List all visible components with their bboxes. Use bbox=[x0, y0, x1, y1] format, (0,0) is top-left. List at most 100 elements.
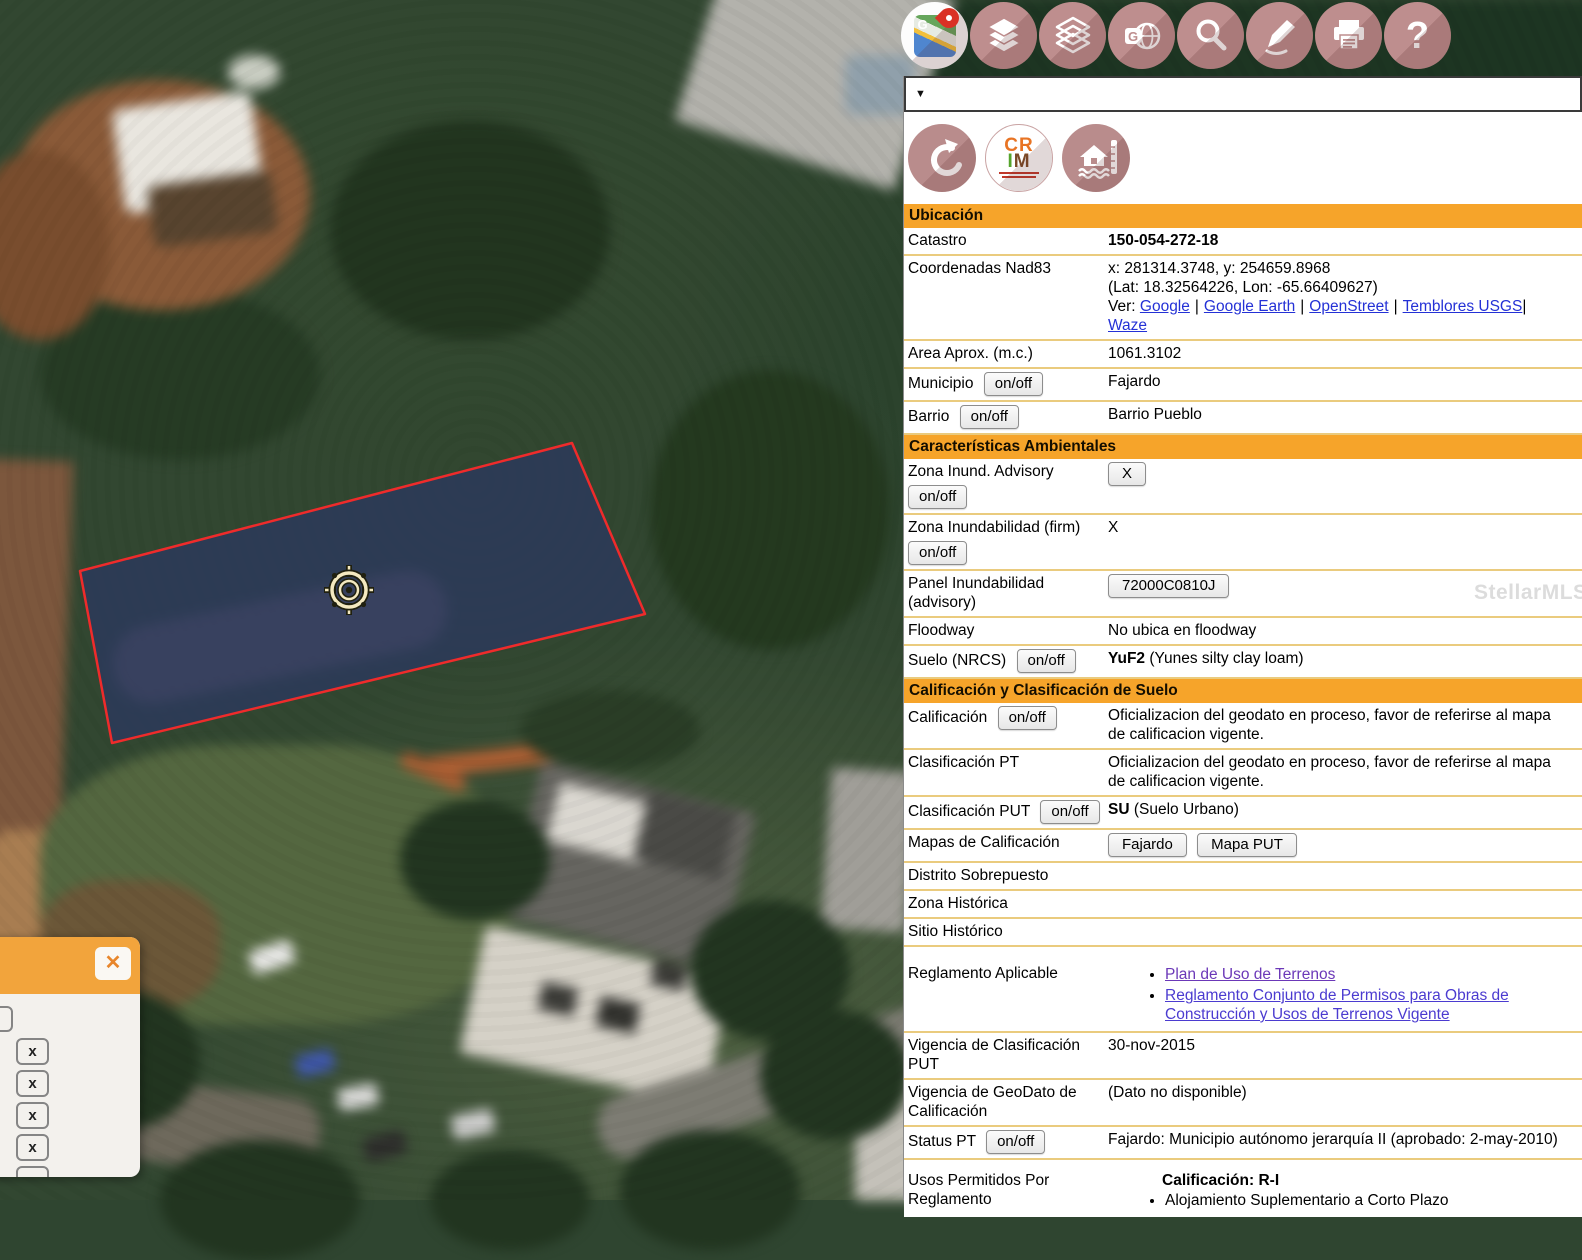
parcel-info: Ubicación Catastro 150-054-272-18 Coorde… bbox=[904, 204, 1582, 1217]
popup-header: ✕ bbox=[0, 937, 140, 994]
crim-logo-button[interactable]: CR IM bbox=[985, 124, 1053, 192]
suelo-onoff-button[interactable]: on/off bbox=[1017, 649, 1076, 673]
agency-logo-row: CR IM bbox=[904, 112, 1582, 204]
layers-outline-button[interactable] bbox=[1039, 2, 1106, 69]
row-usos: Usos Permitidos Por Reglamento Calificac… bbox=[904, 1168, 1582, 1217]
popup-partial-button[interactable] bbox=[0, 1006, 13, 1032]
coordenadas-value: x: 281314.3748, y: 254659.8968 (Lat: 18.… bbox=[1108, 259, 1576, 335]
link-separator: | bbox=[1300, 298, 1304, 315]
mapa-put-button[interactable]: Mapa PUT bbox=[1197, 833, 1297, 857]
annotate-pen-icon bbox=[1258, 14, 1302, 58]
mapa-fajardo-button[interactable]: Fajardo bbox=[1108, 833, 1187, 857]
link-openstreet[interactable]: OpenStreet bbox=[1309, 298, 1388, 315]
layer-remove-button[interactable]: x bbox=[16, 1102, 49, 1129]
barrio-label: Barrio on/off bbox=[908, 405, 1108, 429]
search-icon bbox=[1189, 14, 1233, 58]
row-catastro: Catastro 150-054-272-18 bbox=[904, 228, 1582, 256]
vigencia-put-value: 30-nov-2015 bbox=[1108, 1036, 1576, 1055]
annotate-button[interactable] bbox=[1246, 2, 1313, 69]
floodway-value: No ubica en floodway bbox=[1108, 621, 1576, 640]
municipio-value: Fajardo bbox=[1108, 372, 1576, 391]
suelo-label-text: Suelo (NRCS) bbox=[908, 652, 1006, 669]
ver-prefix: Ver: bbox=[1108, 298, 1136, 315]
suelo-code: YuF2 bbox=[1108, 650, 1145, 667]
row-mapas: Mapas de Calificación Fajardo Mapa PUT bbox=[904, 830, 1582, 863]
zona-firm-onoff-button[interactable]: on/off bbox=[908, 541, 967, 565]
link-google[interactable]: Google bbox=[1140, 298, 1190, 315]
status-pt-label: Status PT on/off bbox=[908, 1130, 1108, 1154]
row-reglamento: Reglamento Aplicable Plan de Uso de Terr… bbox=[904, 961, 1582, 1033]
suelo-label: Suelo (NRCS) on/off bbox=[908, 649, 1108, 673]
distrito-label: Distrito Sobrepuesto bbox=[908, 866, 1108, 885]
link-reglamento-conjunto[interactable]: Reglamento Conjunto de Permisos para Obr… bbox=[1165, 987, 1509, 1023]
zona-firm-label-text: Zona Inundabilidad (firm) bbox=[908, 519, 1080, 536]
row-clasificacion-pt: Clasificación PT Oficializacion del geod… bbox=[904, 750, 1582, 797]
layer-remove-button[interactable]: x bbox=[16, 1070, 49, 1097]
curved-arrow-icon bbox=[919, 135, 965, 181]
flood-zone-logo-button[interactable] bbox=[1062, 124, 1130, 192]
row-vigencia-geodato: Vigencia de GeoDato de Calificación (Dat… bbox=[904, 1080, 1582, 1127]
help-button[interactable]: ? bbox=[1384, 2, 1451, 69]
link-plan-uso-terrenos[interactable]: Plan de Uso de Terrenos bbox=[1165, 966, 1335, 983]
mapas-label: Mapas de Calificación bbox=[908, 833, 1108, 852]
suelo-value: YuF2 (Yunes silty clay loam) bbox=[1108, 649, 1576, 668]
layers-outline-icon bbox=[1051, 14, 1095, 58]
crim-letter: I bbox=[1007, 151, 1013, 172]
flood-panel-button[interactable]: 72000C0810J bbox=[1108, 574, 1229, 598]
row-distrito: Distrito Sobrepuesto bbox=[904, 863, 1582, 891]
layer-remove-button[interactable]: x bbox=[16, 1134, 49, 1161]
spacer bbox=[904, 1160, 1582, 1168]
zona-advisory-x-button[interactable]: X bbox=[1108, 462, 1146, 486]
row-status-pt: Status PT on/off Fajardo: Municipio autó… bbox=[904, 1127, 1582, 1160]
catastro-value: 150-054-272-18 bbox=[1108, 231, 1576, 250]
clasificacion-pt-label: Clasificación PT bbox=[908, 753, 1108, 772]
link-google-earth[interactable]: Google Earth bbox=[1204, 298, 1295, 315]
popup-partial-button[interactable] bbox=[16, 1166, 49, 1177]
crim-logo: CR IM bbox=[999, 138, 1039, 178]
section-header-ambientales: Características Ambientales bbox=[904, 435, 1582, 459]
barrio-onoff-button[interactable]: on/off bbox=[960, 405, 1019, 429]
info-panel: ▼ CR IM bbox=[903, 76, 1582, 1200]
usos-item: Alojamiento Suplementario a Corto Plazo bbox=[1165, 1191, 1570, 1210]
google-maps-button[interactable]: G bbox=[901, 2, 968, 69]
search-button[interactable] bbox=[1177, 2, 1244, 69]
print-button[interactable] bbox=[1315, 2, 1382, 69]
link-separator: | bbox=[1394, 298, 1398, 315]
municipio-onoff-button[interactable]: on/off bbox=[984, 372, 1043, 396]
row-zona-advisory: Zona Inund. Advisory on/off X bbox=[904, 459, 1582, 515]
row-clasificacion-put: Clasificación PUT on/off SU (Suelo Urban… bbox=[904, 797, 1582, 830]
area-label: Area Aprox. (m.c.) bbox=[908, 344, 1108, 363]
layer-remove-button[interactable]: x bbox=[16, 1038, 49, 1065]
zona-firm-value: X bbox=[1108, 518, 1576, 537]
section-header-ubicacion: Ubicación bbox=[904, 204, 1582, 228]
zona-advisory-onoff-button[interactable]: on/off bbox=[908, 485, 967, 509]
planning-board-logo-button[interactable] bbox=[908, 124, 976, 192]
coordenadas-label: Coordenadas Nad83 bbox=[908, 259, 1108, 278]
coord-xy: x: 281314.3748, y: 254659.8968 bbox=[1108, 259, 1570, 278]
link-separator: | bbox=[1195, 298, 1199, 315]
chevron-down-icon: ▼ bbox=[915, 88, 926, 100]
print-icon bbox=[1327, 14, 1371, 58]
layer-dropdown[interactable]: ▼ bbox=[904, 76, 1582, 112]
popup-close-button[interactable]: ✕ bbox=[95, 947, 131, 980]
status-pt-onoff-button[interactable]: on/off bbox=[986, 1130, 1045, 1154]
clasificacion-put-code: SU bbox=[1108, 801, 1130, 818]
usos-label: Usos Permitidos Por Reglamento bbox=[908, 1171, 1108, 1209]
gis-globe-button[interactable]: G bbox=[1108, 2, 1175, 69]
popup-body: x x x x bbox=[0, 994, 140, 1177]
link-waze[interactable]: Waze bbox=[1108, 317, 1147, 334]
coord-latlon: (Lat: 18.32564226, Lon: -65.66409627) bbox=[1108, 278, 1570, 297]
barrio-label-text: Barrio bbox=[908, 408, 949, 425]
clasificacion-pt-value: Oficializacion del geodato en proceso, f… bbox=[1108, 753, 1576, 791]
link-temblores-usgs[interactable]: Temblores USGS bbox=[1403, 298, 1523, 315]
calificacion-onoff-button[interactable]: on/off bbox=[998, 706, 1057, 730]
clasificacion-put-onoff-button[interactable]: on/off bbox=[1040, 800, 1099, 824]
row-coordenadas: Coordenadas Nad83 x: 281314.3748, y: 254… bbox=[904, 256, 1582, 341]
municipio-label: Municipio on/off bbox=[908, 372, 1108, 396]
layers-button[interactable] bbox=[970, 2, 1037, 69]
crim-letter: C bbox=[1004, 135, 1019, 156]
row-area: Area Aprox. (m.c.) 1061.3102 bbox=[904, 341, 1582, 369]
suelo-desc: (Yunes silty clay loam) bbox=[1149, 650, 1303, 667]
gis-globe-icon: G bbox=[1120, 14, 1164, 58]
flood-house-icon bbox=[1072, 134, 1120, 182]
